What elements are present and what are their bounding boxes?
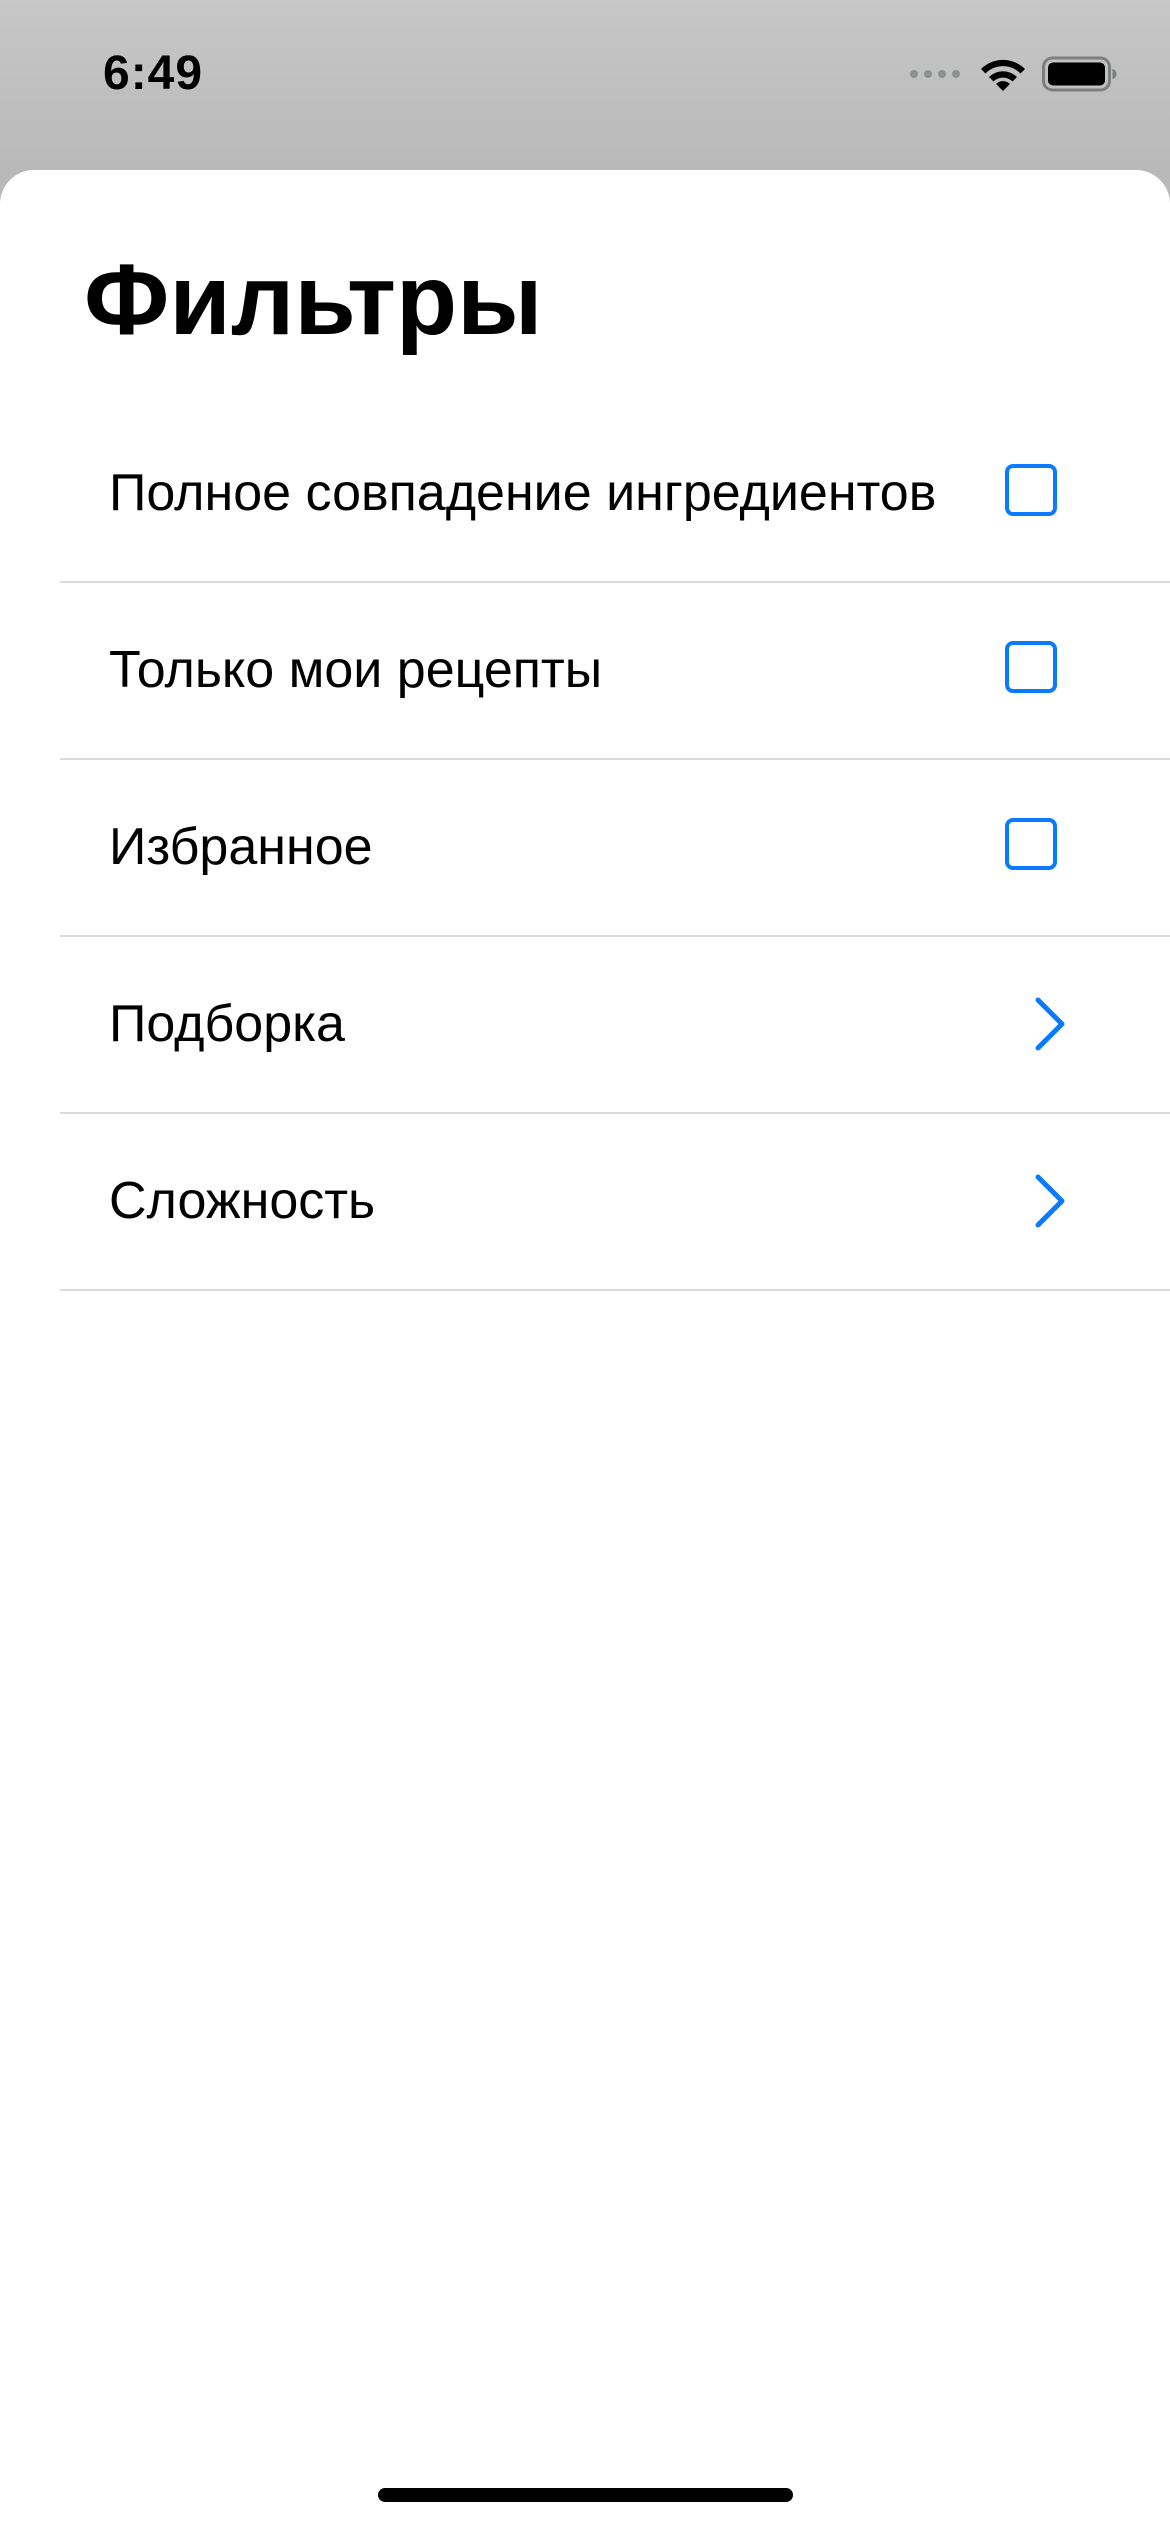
filter-row-difficulty[interactable]: Сложность [60,1114,1170,1291]
filter-label: Только мои рецепты [109,641,603,699]
signal-icon [910,70,960,78]
status-bar: 6:49 [0,0,1170,150]
filter-label: Сложность [109,1172,376,1230]
filter-label: Полное совпадение ингредиентов [109,464,937,522]
status-time: 6:49 [103,47,204,100]
home-indicator[interactable] [378,2488,793,2502]
wifi-icon [981,59,1025,91]
favorites-checkbox[interactable] [1005,818,1057,870]
status-icons [910,54,1118,94]
filter-row-exact-match[interactable]: Полное совпадение ингредиентов [60,406,1170,583]
filter-list: Полное совпадение ингредиентов Только мо… [60,406,1170,1291]
exact-match-checkbox[interactable] [1005,464,1057,516]
filter-label: Подборка [109,995,345,1053]
chevron-right-icon [1035,997,1065,1051]
chevron-right-icon [1035,1174,1065,1228]
filter-row-collection[interactable]: Подборка [60,937,1170,1114]
my-recipes-checkbox[interactable] [1005,641,1057,693]
filter-row-favorites[interactable]: Избранное [60,760,1170,937]
filter-row-my-recipes[interactable]: Только мои рецепты [60,583,1170,760]
battery-icon [1042,56,1117,92]
page-title: Фильтры [84,244,543,356]
filters-sheet: Фильтры Полное совпадение ингредиентов Т… [0,170,1170,2532]
filter-label: Избранное [109,818,373,876]
